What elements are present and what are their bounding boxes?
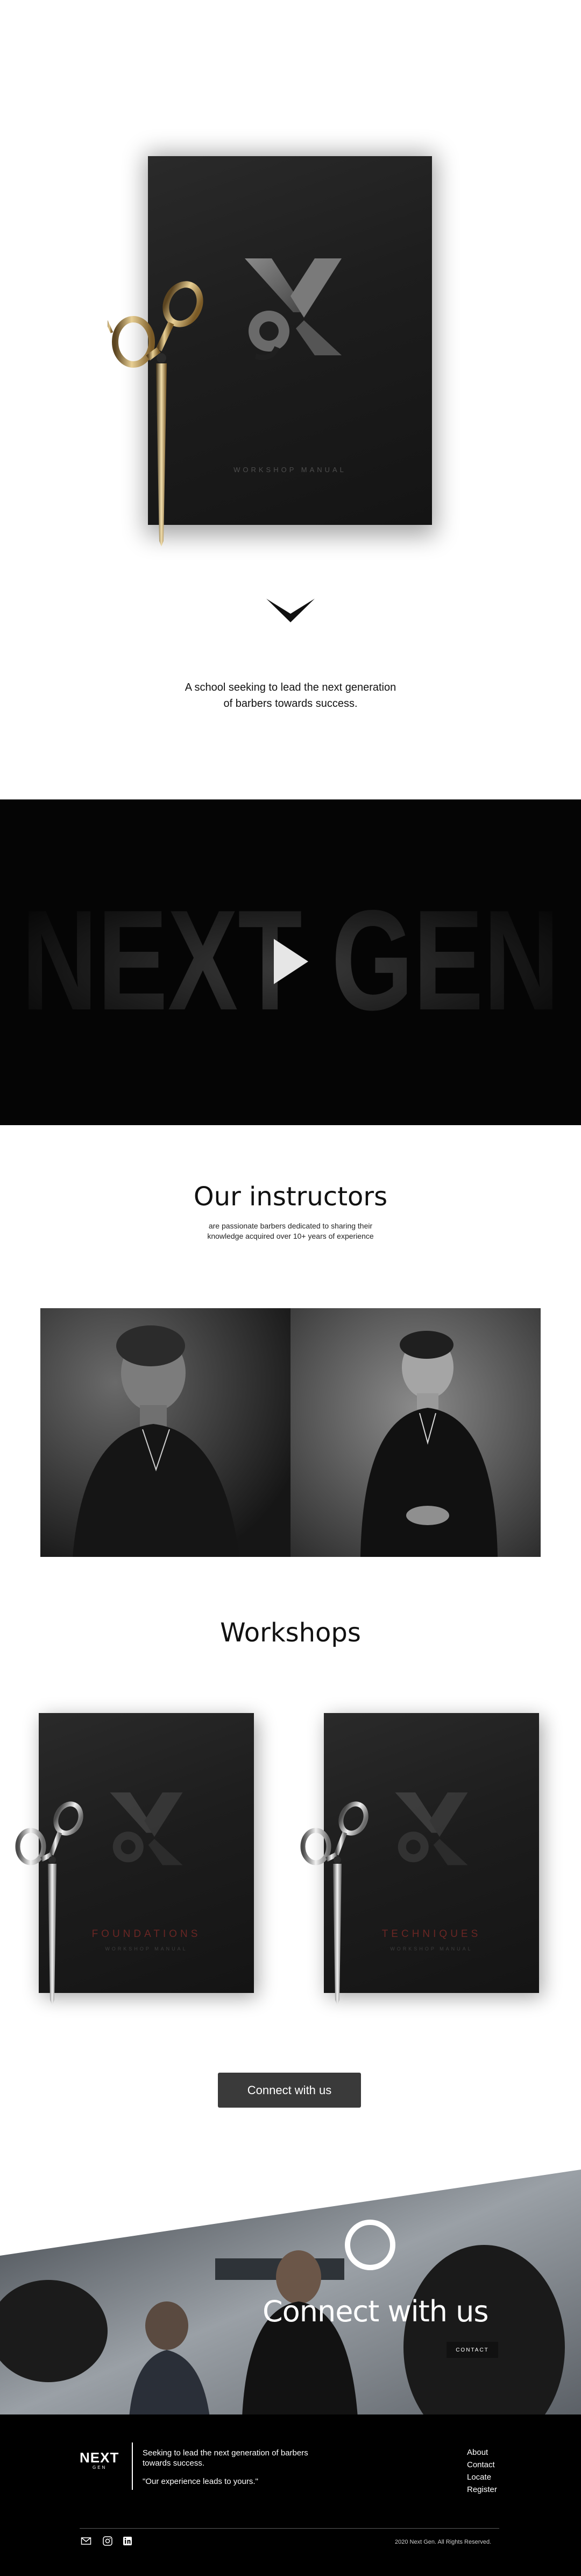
footer-link-contact[interactable]: Contact (467, 2460, 497, 2470)
footer-link-register[interactable]: Register (467, 2484, 497, 2495)
footer-link-locate[interactable]: Locate (467, 2472, 497, 2482)
scroll-down-chevron-icon[interactable] (266, 598, 315, 623)
scissors-logo-icon (395, 1792, 468, 1865)
scissors-logo-icon (245, 258, 342, 360)
instructors-subtitle-line-2: knowledge acquired over 10+ years of exp… (207, 1232, 374, 1240)
footer-divider (132, 2442, 133, 2490)
linkedin-icon[interactable] (122, 2536, 133, 2546)
play-icon[interactable] (272, 937, 310, 986)
copyright: 2020 Next Gen. All Rights Reserved. (395, 2539, 492, 2545)
footer-link-about[interactable]: About (467, 2447, 497, 2458)
footer-quote: "Our experience leads to yours." (143, 2477, 258, 2486)
silver-scissors-image (300, 1801, 369, 2005)
footer-logo-sub: GEN (93, 2465, 107, 2470)
tagline: A school seeking to lead the next genera… (0, 679, 581, 712)
instructors-photo (40, 1308, 541, 1557)
instagram-icon[interactable] (102, 2536, 113, 2546)
footer-description-line-1: Seeking to lead the next generation of b… (143, 2448, 308, 2458)
mail-icon[interactable] (81, 2536, 91, 2546)
connect-banner-title: Connect with us (263, 2294, 489, 2328)
footer-rule (80, 2528, 499, 2529)
scissors-logo-icon (110, 1792, 183, 1865)
gold-scissors-image (108, 281, 203, 546)
footer-logo-main[interactable]: NEXT (80, 2449, 119, 2466)
instructors-subtitle-line-1: are passionate barbers dedicated to shar… (208, 1222, 373, 1230)
silver-scissors-image (15, 1801, 83, 2005)
contact-button[interactable]: CONTACT (447, 2342, 498, 2358)
workshops-title: Workshops (220, 1618, 361, 1648)
instructors-subtitle: are passionate barbers dedicated to shar… (0, 1221, 581, 1241)
connect-with-us-button[interactable]: Connect with us (218, 2073, 361, 2108)
footer (0, 2414, 581, 2576)
connect-banner (0, 2170, 581, 2417)
tagline-line-2: of barbers towards success. (223, 698, 358, 710)
footer-description-line-2: towards success. (143, 2459, 205, 2468)
tagline-line-1: A school seeking to lead the next genera… (185, 682, 396, 693)
instructors-title: Our instructors (193, 1182, 388, 1212)
footer-nav: About Contact Locate Register (467, 2447, 497, 2495)
